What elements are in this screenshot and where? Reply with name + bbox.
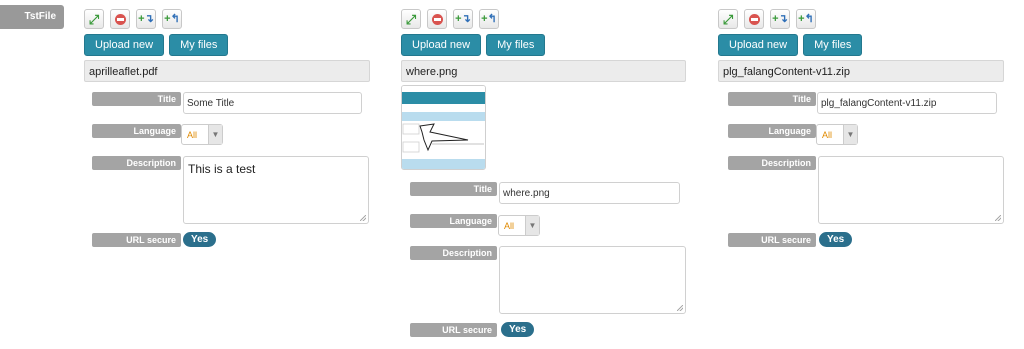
title-label: Title bbox=[410, 182, 497, 196]
language-label: Language bbox=[92, 124, 181, 138]
description-textarea[interactable] bbox=[818, 156, 1004, 224]
field-label: TstFile bbox=[0, 5, 64, 29]
remove-icon[interactable] bbox=[744, 9, 764, 29]
description-textarea[interactable]: This is a test bbox=[183, 156, 369, 224]
title-input[interactable]: where.png bbox=[499, 182, 680, 204]
expand-icon[interactable]: ⤢ bbox=[718, 9, 738, 29]
item-actions: ⤢ +↴ +↰ bbox=[84, 9, 182, 29]
item-actions: ⤢ +↴ +↰ bbox=[718, 9, 816, 29]
description-textarea[interactable] bbox=[499, 246, 686, 314]
url-secure-toggle[interactable]: Yes bbox=[501, 322, 535, 337]
url-secure-toggle[interactable]: Yes bbox=[183, 232, 217, 247]
my-files-button[interactable]: My files bbox=[169, 34, 229, 56]
url-secure-toggle[interactable]: Yes bbox=[819, 232, 853, 247]
resize-handle-icon[interactable] bbox=[360, 215, 366, 221]
add-before-icon[interactable]: +↰ bbox=[796, 9, 816, 29]
upload-toolbar: Upload new My files bbox=[718, 34, 863, 56]
my-files-button[interactable]: My files bbox=[486, 34, 546, 56]
remove-icon[interactable] bbox=[110, 9, 130, 29]
description-label: Description bbox=[728, 156, 816, 170]
item-actions: ⤢ +↴ +↰ bbox=[401, 9, 499, 29]
filename-display: plg_falangContent-v11.zip bbox=[718, 60, 1004, 82]
file-item-1: ⤢ +↴ +↰ Upload new My files aprilleaflet… bbox=[84, 0, 384, 349]
description-text: This is a test bbox=[188, 162, 256, 176]
filename-display: where.png bbox=[401, 60, 686, 82]
image-preview bbox=[401, 85, 486, 170]
upload-toolbar: Upload new My files bbox=[401, 34, 546, 56]
language-value: All bbox=[187, 130, 198, 140]
description-label: Description bbox=[92, 156, 181, 170]
title-input[interactable]: Some Title bbox=[183, 92, 362, 114]
chevron-down-icon: ▼ bbox=[843, 125, 857, 144]
resize-handle-icon[interactable] bbox=[995, 215, 1001, 221]
title-label: Title bbox=[728, 92, 816, 106]
add-before-icon[interactable]: +↰ bbox=[479, 9, 499, 29]
title-input[interactable]: plg_falangContent-v11.zip bbox=[817, 92, 997, 114]
expand-icon[interactable]: ⤢ bbox=[84, 9, 104, 29]
my-files-button[interactable]: My files bbox=[803, 34, 863, 56]
language-select[interactable]: All ▼ bbox=[181, 124, 223, 145]
url-secure-label: URL secure bbox=[728, 233, 816, 247]
filename-display: aprilleaflet.pdf bbox=[84, 60, 370, 82]
file-item-2: ⤢ +↴ +↰ Upload new My files where.png Ti… bbox=[401, 0, 701, 349]
upload-new-button[interactable]: Upload new bbox=[401, 34, 482, 56]
language-value: All bbox=[822, 130, 833, 140]
upload-toolbar: Upload new My files bbox=[84, 34, 229, 56]
upload-new-button[interactable]: Upload new bbox=[84, 34, 165, 56]
preview-thumbnail bbox=[402, 86, 485, 169]
remove-icon[interactable] bbox=[427, 9, 447, 29]
title-label: Title bbox=[92, 92, 181, 106]
resize-handle-icon[interactable] bbox=[677, 305, 683, 311]
expand-icon[interactable]: ⤢ bbox=[401, 9, 421, 29]
language-label: Language bbox=[728, 124, 816, 138]
chevron-down-icon: ▼ bbox=[525, 216, 539, 235]
description-label: Description bbox=[410, 246, 497, 260]
add-after-icon[interactable]: +↴ bbox=[453, 9, 473, 29]
file-item-3: ⤢ +↴ +↰ Upload new My files plg_falangCo… bbox=[718, 0, 1018, 349]
add-before-icon[interactable]: +↰ bbox=[162, 9, 182, 29]
url-secure-label: URL secure bbox=[92, 233, 181, 247]
upload-new-button[interactable]: Upload new bbox=[718, 34, 799, 56]
url-secure-label: URL secure bbox=[410, 323, 497, 337]
language-value: All bbox=[504, 221, 515, 231]
chevron-down-icon: ▼ bbox=[208, 125, 222, 144]
add-after-icon[interactable]: +↴ bbox=[770, 9, 790, 29]
language-select[interactable]: All ▼ bbox=[816, 124, 858, 145]
language-select[interactable]: All ▼ bbox=[498, 215, 540, 236]
add-after-icon[interactable]: +↴ bbox=[136, 9, 156, 29]
language-label: Language bbox=[410, 214, 497, 228]
